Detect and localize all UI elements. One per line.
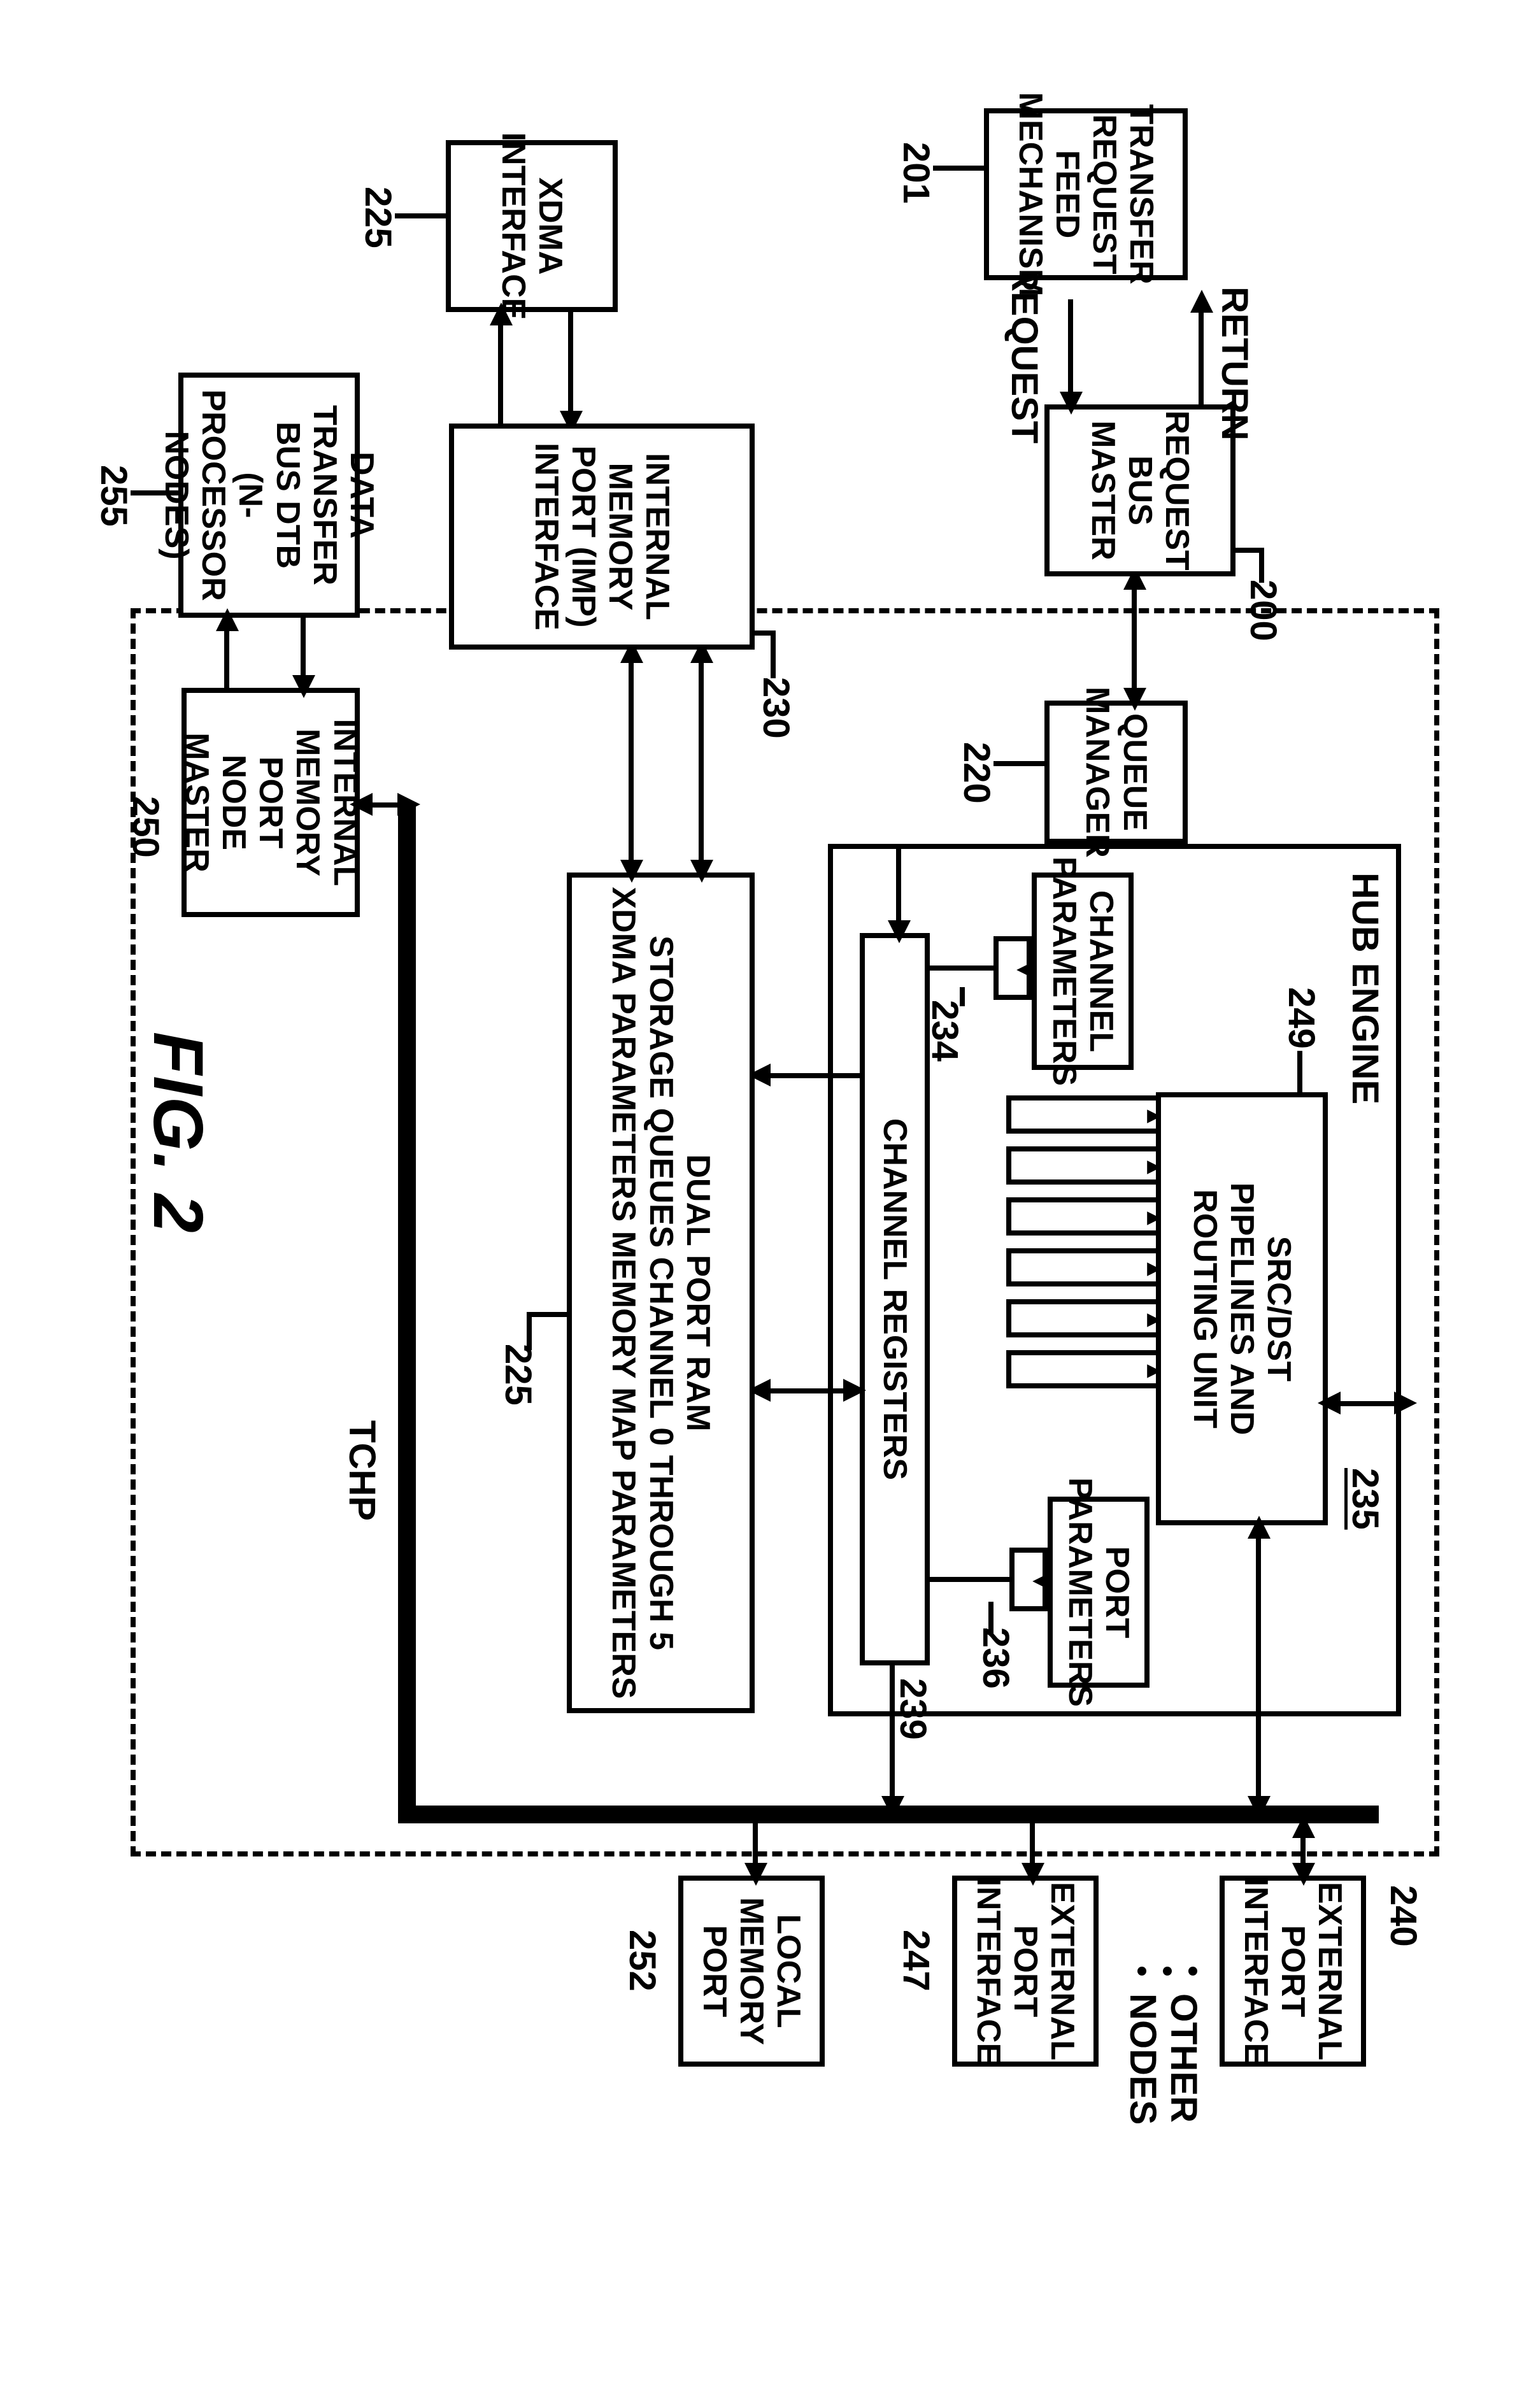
imp-node-master: INTERNAL MEMORY PORT NODE MASTER xyxy=(182,688,360,917)
imp-interface: INTERNAL MEMORY PORT (IMP) INTERFACE xyxy=(449,424,755,650)
channel-registers: CHANNEL REGISTERS xyxy=(860,933,930,1665)
channel-parameters: CHANNEL PARAMETERS xyxy=(1032,873,1134,1070)
diagram-frame: HUB ENGINE 235 SRC/DST PIPELINES AND ROU… xyxy=(0,102,1439,1427)
queue-manager-ref: 220 xyxy=(956,742,997,804)
dual-port-ram: DUAL PORT RAM STORAGE QUEUES CHANNEL 0 T… xyxy=(567,873,755,1713)
channel-slot xyxy=(1006,1299,1156,1337)
imp-master-ref: 250 xyxy=(125,796,166,858)
ext-port-n-ref: 247 xyxy=(895,1930,936,1991)
channel-registers-text: CHANNEL REGISTERS xyxy=(876,1118,913,1480)
xdma-interface: XDMA INTERFACE xyxy=(446,140,618,312)
dual-port-ram-text: DUAL PORT RAM STORAGE QUEUES CHANNEL 0 T… xyxy=(605,887,716,1699)
imp-interface-ref: 230 xyxy=(755,677,796,739)
port-parameters-text: PORT PARAMETERS xyxy=(1062,1478,1136,1707)
queue-manager: QUEUE MANAGER xyxy=(1044,701,1188,844)
imp-master-text: INTERNAL MEMORY PORT NODE MASTER xyxy=(178,698,363,907)
imp-interface-text: INTERNAL MEMORY PORT (IMP) INTERFACE xyxy=(528,443,676,630)
ext-port-1-ref: 240 xyxy=(1383,1885,1423,1947)
ext-port-1-text: EXTERNAL PORT INTERFACE xyxy=(1237,1877,1349,2065)
channel-slot xyxy=(1006,1197,1156,1236)
tchp-bus xyxy=(398,802,416,1823)
xdma-interface-text: XDMA INTERFACE xyxy=(495,132,569,320)
request-bus-master: REQUEST BUS MASTER xyxy=(1044,404,1235,576)
external-port-interface-n: EXTERNAL PORT INTERFACE xyxy=(952,1876,1099,2067)
dtb-ref: 255 xyxy=(93,465,134,527)
request-bus-master-ref: 200 xyxy=(1243,580,1283,641)
page: HUB ENGINE 235 SRC/DST PIPELINES AND ROU… xyxy=(0,0,1531,2408)
channel-registers-ref: 239 xyxy=(892,1678,933,1740)
other-nodes-dots xyxy=(1137,1967,1197,1976)
ext-port-n-text: EXTERNAL PORT INTERFACE xyxy=(970,1877,1081,2065)
channel-slot xyxy=(1006,1146,1156,1185)
hub-engine-title: HUB ENGINE xyxy=(1344,873,1385,1104)
channel-parameters-text: CHANNEL PARAMETERS xyxy=(1046,857,1120,1086)
pipelines-text: SRC/DST PIPELINES AND ROUTING UNIT xyxy=(1186,1183,1298,1436)
local-mem-ref: 252 xyxy=(622,1930,662,1991)
pipelines-block: SRC/DST PIPELINES AND ROUTING UNIT xyxy=(1156,1092,1328,1525)
channel-slot xyxy=(1006,1350,1156,1388)
request-bus-master-text: REQUEST BUS MASTER xyxy=(1085,410,1196,570)
port-parameters-ref: 236 xyxy=(975,1627,1016,1689)
return-label: RETURN xyxy=(1214,287,1255,441)
pipelines-ref: 249 xyxy=(1281,987,1321,1049)
data-transfer-bus: DATA TRANSFER BUS DTB (N-PROCESSOR NODES… xyxy=(178,373,360,618)
channel-parameters-ref: 234 xyxy=(924,1000,965,1062)
local-mem-text: LOCAL MEMORY PORT xyxy=(696,1897,808,2045)
hub-engine-ref: 235 xyxy=(1344,1468,1385,1530)
dual-port-ram-ref: 225 xyxy=(497,1344,538,1406)
transfer-request-feed-mechanism: TRANSFER REQUEST FEED MECHANISM xyxy=(984,108,1188,280)
external-bus xyxy=(398,1806,1379,1823)
tchp-label: TCHP xyxy=(341,1420,382,1521)
channel-slot xyxy=(1006,1248,1156,1286)
external-port-interface-1: EXTERNAL PORT INTERFACE xyxy=(1220,1876,1366,2067)
channel-slot xyxy=(1006,1095,1156,1134)
xdma-interface-ref: 225 xyxy=(357,187,398,248)
queue-manager-text: QUEUE MANAGER xyxy=(1079,687,1153,858)
dtb-text: DATA TRANSFER BUS DTB (N-PROCESSOR NODES… xyxy=(158,383,380,608)
transfer-mech-ref: 201 xyxy=(895,142,936,204)
port-parameters: PORT PARAMETERS xyxy=(1048,1497,1150,1688)
local-memory-port: LOCAL MEMORY PORT xyxy=(678,1876,825,2067)
transfer-mech-text: TRANSFER REQUEST FEED MECHANISM xyxy=(1012,92,1160,297)
figure-label: FIG. 2 xyxy=(139,1032,217,1234)
other-nodes-label: OTHER NODES xyxy=(1122,1993,1204,2125)
